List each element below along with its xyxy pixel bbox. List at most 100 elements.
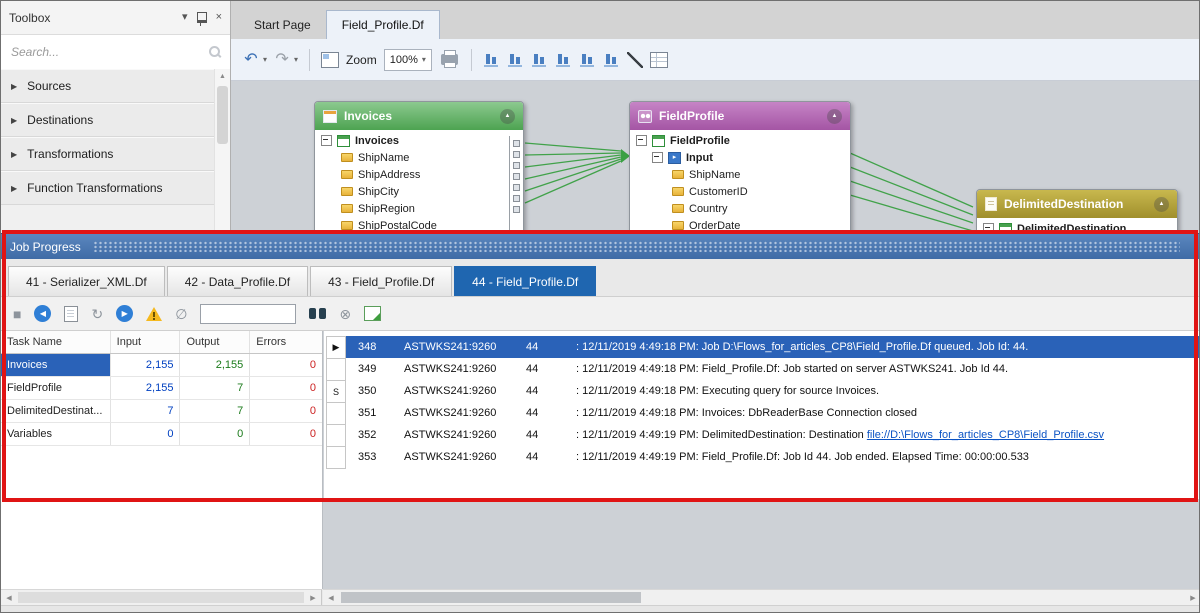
undo-icon[interactable]: ↶ xyxy=(243,50,259,70)
output-port-icon[interactable] xyxy=(513,184,520,191)
tree-collapse-icon[interactable] xyxy=(321,135,332,146)
invoices-header[interactable]: Invoices ▲ xyxy=(315,102,523,130)
delimiteddestination-header[interactable]: DelimitedDestination ▲ xyxy=(977,190,1177,218)
tree-field-customerid[interactable]: CustomerID xyxy=(630,183,850,200)
log-row-main[interactable]: 351ASTWKS241:926044: 12/11/2019 4:49:18 … xyxy=(346,402,1199,424)
collapse-icon[interactable]: ▲ xyxy=(500,109,515,124)
output-port-icon[interactable] xyxy=(513,151,520,158)
align-left-icon[interactable] xyxy=(483,52,500,68)
log-row-main[interactable]: 350ASTWKS241:926044: 12/11/2019 4:49:18 … xyxy=(346,380,1199,402)
job-tab-42-data-profile-df[interactable]: 42 - Data_Profile.Df xyxy=(167,266,308,296)
toolbox-item-sources[interactable]: ▶Sources xyxy=(1,69,215,103)
left-horizontal-scrollbar[interactable]: ◀ ▶ xyxy=(1,589,322,605)
align-top-icon[interactable] xyxy=(555,52,572,68)
log-row[interactable]: ▶348ASTWKS241:926044: 12/11/2019 4:49:18… xyxy=(326,336,1199,358)
tree-field-shipname[interactable]: ShipName xyxy=(630,166,850,183)
task-row-delimiteddestinat[interactable]: DelimitedDestinat...770 xyxy=(1,400,322,423)
tree-node-fieldprofile[interactable]: FieldProfile xyxy=(630,132,850,149)
scroll-right-icon[interactable]: ▶ xyxy=(1185,590,1200,605)
refresh-icon[interactable]: ↻ xyxy=(91,307,103,321)
log-row[interactable]: 352ASTWKS241:926044: 12/11/2019 4:49:19 … xyxy=(326,424,1199,446)
zoom-fit-icon[interactable] xyxy=(321,52,339,68)
scroll-up-icon[interactable]: ▲ xyxy=(215,69,230,80)
job-progress-titlebar[interactable]: Job Progress xyxy=(1,233,1200,259)
tree-node-input[interactable]: ▸ Input xyxy=(630,149,850,166)
find-icon[interactable] xyxy=(309,308,326,319)
job-tab-44-field-profile-df[interactable]: 44 - Field_Profile.Df xyxy=(454,266,596,296)
column-header-input[interactable]: Input xyxy=(111,331,181,353)
previous-job-icon[interactable]: ◀ xyxy=(34,305,51,322)
flow-object-fieldprofile[interactable]: FieldProfile ▲ FieldProfile ▸ Input Ship… xyxy=(629,101,851,239)
log-row[interactable]: 351ASTWKS241:926044: 12/11/2019 4:49:18 … xyxy=(326,402,1199,424)
search-input[interactable] xyxy=(9,44,204,60)
collapse-icon[interactable]: ▲ xyxy=(1154,197,1169,212)
task-row-fieldprofile[interactable]: FieldProfile2,15570 xyxy=(1,377,322,400)
output-port-icon[interactable] xyxy=(513,206,520,213)
undo-dropdown-icon[interactable]: ▾ xyxy=(263,55,267,64)
output-port-icon[interactable] xyxy=(513,162,520,169)
output-port-icon[interactable] xyxy=(513,173,520,180)
tree-collapse-icon[interactable] xyxy=(652,152,663,163)
grid-options-icon[interactable] xyxy=(650,52,668,68)
straight-link-icon[interactable] xyxy=(627,52,643,68)
column-header-errors[interactable]: Errors xyxy=(250,331,322,353)
align-middle-icon[interactable] xyxy=(579,52,596,68)
right-horizontal-scrollbar[interactable]: ◀ ▶ xyxy=(323,589,1200,605)
warnings-icon[interactable] xyxy=(146,307,162,321)
column-header-task-name[interactable]: Task Name xyxy=(1,331,111,353)
log-filter-input[interactable] xyxy=(200,304,296,324)
tree-collapse-icon[interactable] xyxy=(636,135,647,146)
redo-dropdown-icon[interactable]: ▾ xyxy=(294,55,298,64)
fieldprofile-header[interactable]: FieldProfile ▲ xyxy=(630,102,850,130)
scroll-left-icon[interactable]: ◀ xyxy=(323,590,339,605)
job-log-icon[interactable] xyxy=(64,306,78,322)
tree-field-shippostalcode[interactable]: ShipPostalCode xyxy=(315,217,509,234)
document-tab-field-profile-df[interactable]: Field_Profile.Df xyxy=(326,10,440,39)
scroll-right-icon[interactable]: ▶ xyxy=(305,590,321,605)
tree-field-shipregion[interactable]: ShipRegion xyxy=(315,200,509,217)
log-row-main[interactable]: 353ASTWKS241:926044: 12/11/2019 4:49:19 … xyxy=(346,446,1199,468)
print-icon[interactable] xyxy=(441,54,458,65)
pin-icon[interactable] xyxy=(197,12,207,23)
flow-object-invoices[interactable]: Invoices ▲ Invoices ShipNameShipAddressS… xyxy=(314,101,524,239)
align-bottom-icon[interactable] xyxy=(603,52,620,68)
output-port-icon[interactable] xyxy=(513,140,520,147)
document-tab-start-page[interactable]: Start Page xyxy=(239,11,326,39)
log-row-main[interactable]: 349ASTWKS241:926044: 12/11/2019 4:49:18 … xyxy=(346,358,1199,380)
close-icon[interactable]: × xyxy=(216,12,222,23)
tree-field-shipname[interactable]: ShipName xyxy=(315,149,509,166)
redo-icon[interactable]: ↷ xyxy=(274,50,290,70)
task-row-variables[interactable]: Variables000 xyxy=(1,423,322,446)
toolbox-item-function-transformations[interactable]: ▶Function Transformations xyxy=(1,171,215,205)
stop-icon[interactable]: ■ xyxy=(13,307,21,321)
next-job-icon[interactable]: ▶ xyxy=(116,305,133,322)
skip-icon[interactable]: ∅ xyxy=(175,307,187,321)
toolbox-item-destinations[interactable]: ▶Destinations xyxy=(1,103,215,137)
log-row[interactable]: S350ASTWKS241:926044: 12/11/2019 4:49:18… xyxy=(326,380,1199,402)
zoom-dropdown-icon[interactable]: ▾ xyxy=(422,55,426,64)
job-tab-43-field-profile-df[interactable]: 43 - Field_Profile.Df xyxy=(310,266,452,296)
job-tab-41-serializer-xml-df[interactable]: 41 - Serializer_XML.Df xyxy=(8,266,165,296)
log-file-link[interactable]: file://D:\Flows_for_articles_CP8\Field_P… xyxy=(867,429,1104,441)
collapse-icon[interactable]: ▲ xyxy=(827,109,842,124)
log-row-main[interactable]: 348ASTWKS241:926044: 12/11/2019 4:49:18 … xyxy=(346,336,1199,358)
scroll-left-icon[interactable]: ◀ xyxy=(1,590,17,605)
scrollbar-thumb[interactable] xyxy=(341,592,641,603)
tree-field-orderdate[interactable]: OrderDate xyxy=(630,217,850,234)
chevron-down-icon[interactable]: ▾ xyxy=(182,12,188,23)
log-row[interactable]: 353ASTWKS241:926044: 12/11/2019 4:49:19 … xyxy=(326,446,1199,468)
tree-field-shipaddress[interactable]: ShipAddress xyxy=(315,166,509,183)
cancel-job-icon[interactable]: ⊗ xyxy=(339,307,351,321)
tree-node-invoices[interactable]: Invoices xyxy=(315,132,509,149)
export-log-icon[interactable] xyxy=(364,306,381,321)
output-port-icon[interactable] xyxy=(513,195,520,202)
scrollbar-thumb[interactable] xyxy=(217,86,228,144)
align-center-icon[interactable] xyxy=(507,52,524,68)
tree-field-country[interactable]: Country xyxy=(630,200,850,217)
log-row[interactable]: 349ASTWKS241:926044: 12/11/2019 4:49:18 … xyxy=(326,358,1199,380)
scrollbar-thumb[interactable] xyxy=(18,592,304,603)
zoom-select[interactable]: 100% ▾ xyxy=(384,49,432,71)
task-row-invoices[interactable]: Invoices2,1552,1550 xyxy=(1,354,322,377)
align-right-icon[interactable] xyxy=(531,52,548,68)
tree-field-shipcity[interactable]: ShipCity xyxy=(315,183,509,200)
